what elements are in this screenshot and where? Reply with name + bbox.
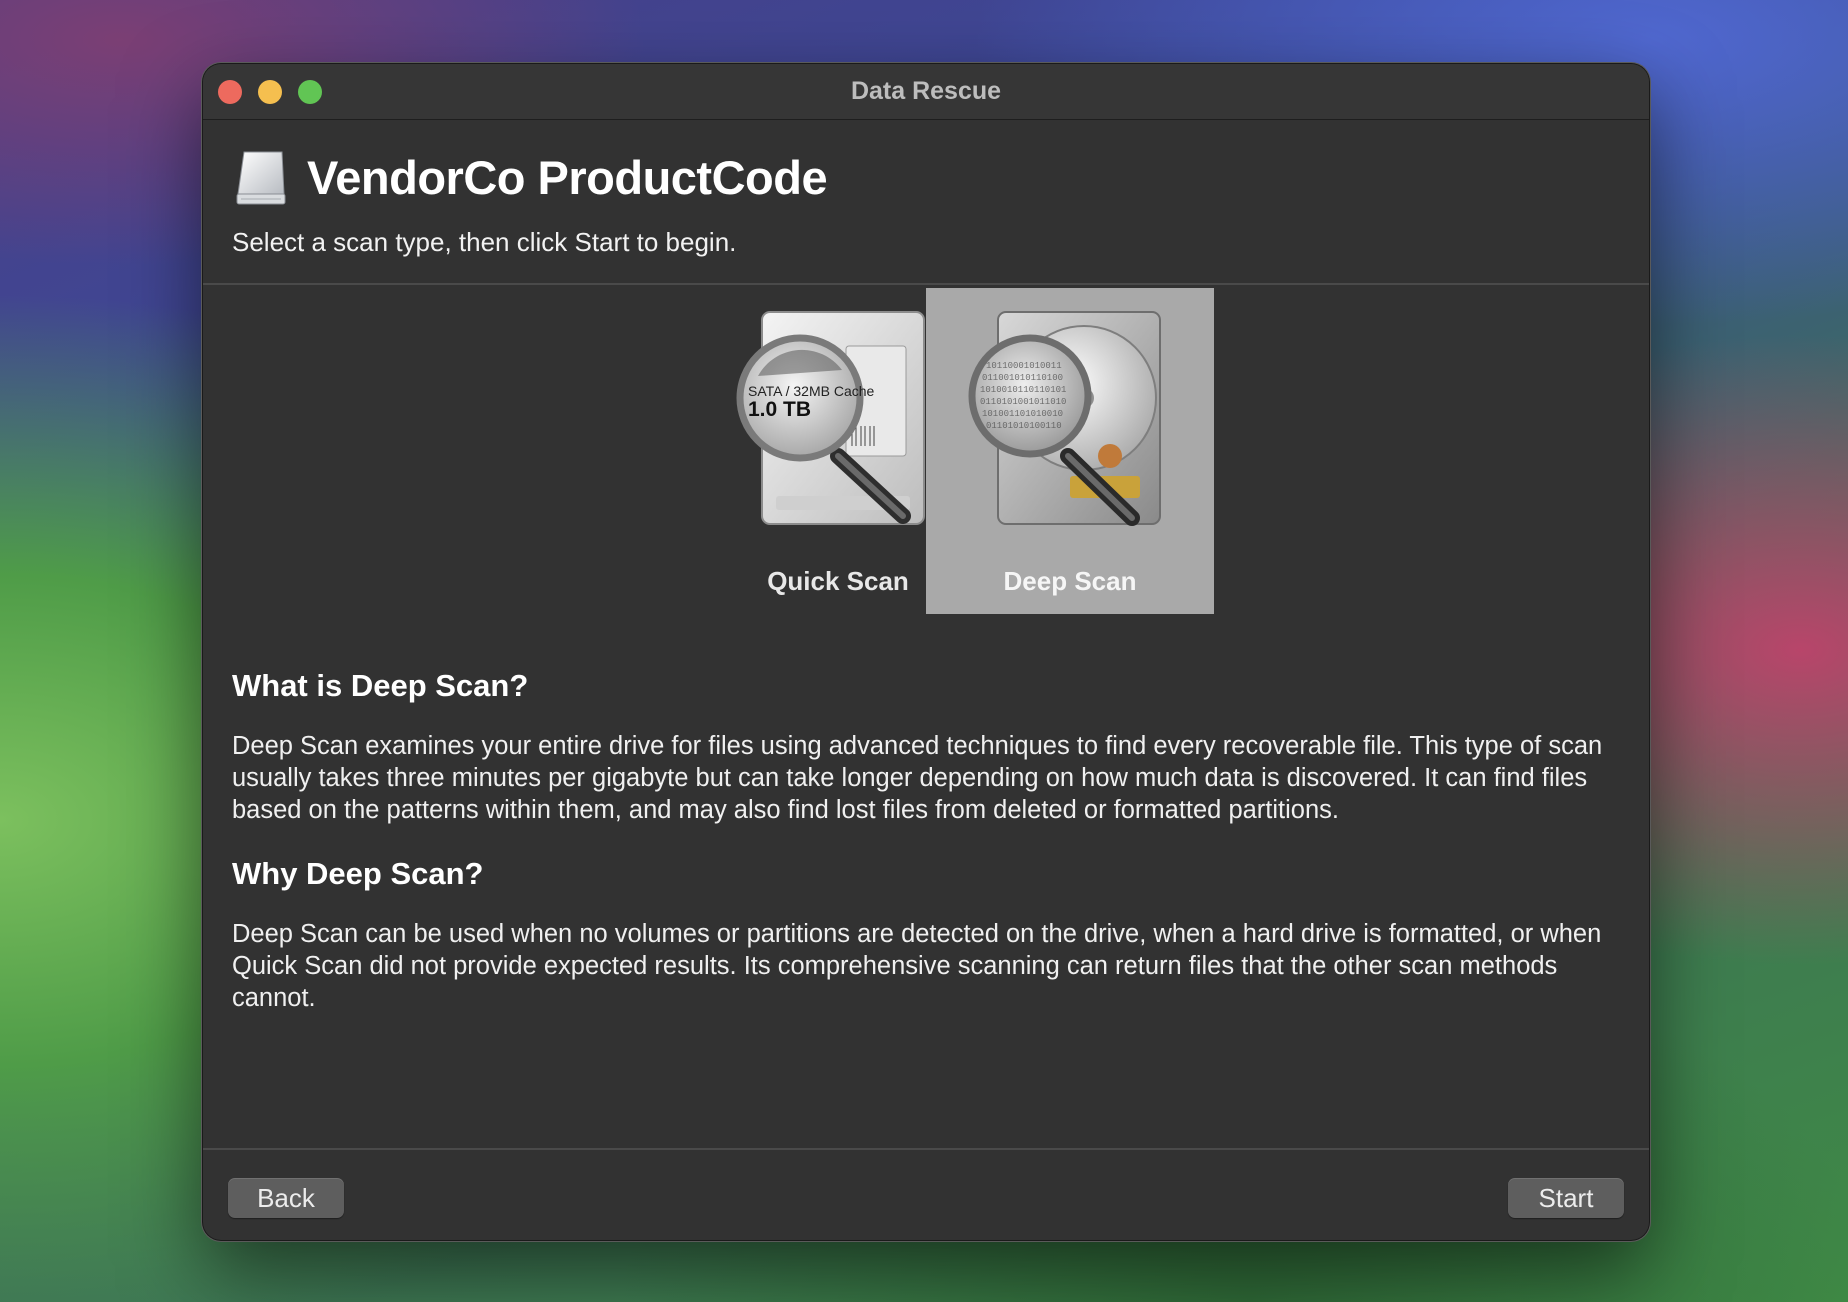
device-name: VendorCo ProductCode	[307, 151, 828, 204]
device-header: VendorCo ProductCode Select a scan type,…	[203, 120, 1649, 284]
title-bar: Data Rescue	[203, 64, 1649, 120]
quick-scan-drive-magnifier-icon: SATA / 32MB Cache 1.0 TB	[736, 311, 925, 525]
svg-text:101001101010010: 101001101010010	[982, 409, 1063, 419]
svg-text:10110001010011: 10110001010011	[986, 361, 1062, 371]
data-rescue-window: Data Rescue VendorCo ProductCode Select …	[203, 64, 1649, 1240]
svg-text:0110101001011010: 0110101001011010	[980, 397, 1066, 407]
selection-pointer	[1031, 550, 1083, 578]
what-is-title: What is Deep Scan?	[232, 668, 529, 703]
why-title: Why Deep Scan?	[232, 856, 484, 891]
instruction-text: Select a scan type, then click Start to …	[232, 227, 737, 257]
footer-divider	[203, 1148, 1649, 1150]
svg-text:01101010100110: 01101010100110	[986, 421, 1062, 431]
back-button[interactable]: Back	[228, 1178, 344, 1218]
start-button[interactable]: Start	[1508, 1178, 1624, 1218]
why-body: Deep Scan can be used when no volumes or…	[232, 920, 1602, 1012]
svg-text:1010010110110101: 1010010110110101	[980, 385, 1066, 395]
window-title: Data Rescue	[850, 77, 1002, 105]
svg-text:011001010110100: 011001010110100	[982, 373, 1063, 383]
deep-scan-drive-magnifier-icon: 10110001010011 011001010110100 101001011…	[968, 311, 1161, 526]
external-drive-icon	[236, 151, 286, 205]
svg-text:1.0 TB: 1.0 TB	[748, 398, 811, 421]
what-is-body: Deep Scan examines your entire drive for…	[232, 732, 1603, 824]
svg-text:SATA / 32MB Cache: SATA / 32MB Cache	[748, 383, 875, 399]
header-divider	[203, 283, 1649, 285]
